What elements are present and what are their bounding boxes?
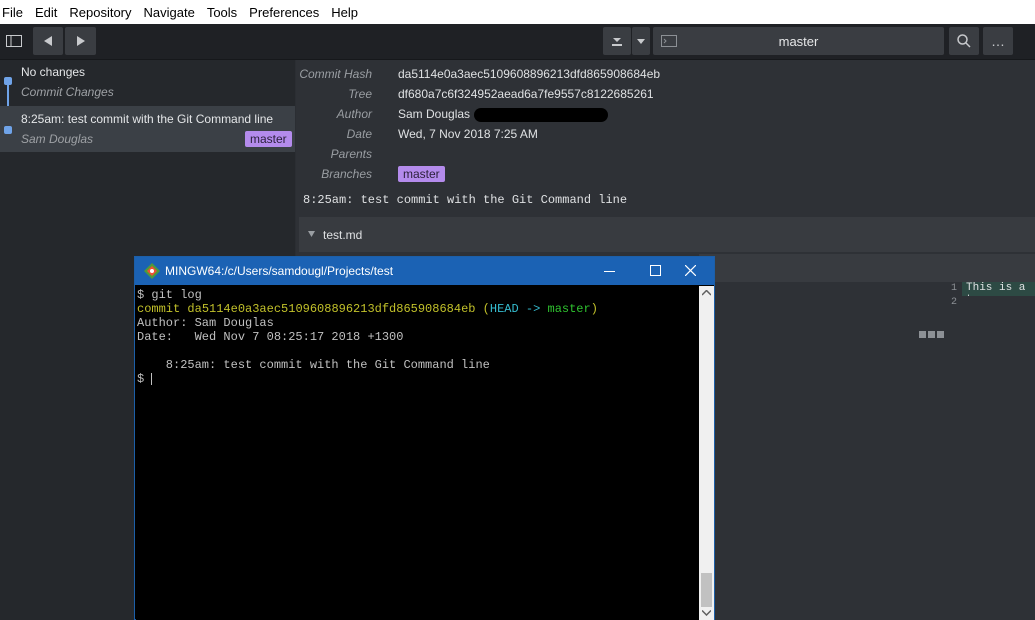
tree-label: Tree xyxy=(348,87,372,101)
menu-tools[interactable]: Tools xyxy=(201,5,243,20)
terminal-scrollbar[interactable] xyxy=(699,286,714,620)
commit-message: 8:25am: test commit with the Git Command… xyxy=(303,193,628,207)
minimize-icon xyxy=(604,271,615,272)
terminal-title: MINGW64:/c/Users/samdougl/Projects/test xyxy=(165,264,394,278)
fetch-button[interactable] xyxy=(603,27,631,55)
ref-close-paren: ) xyxy=(590,302,598,316)
terminal-message-line: 8:25am: test commit with the Git Command… xyxy=(137,358,490,372)
date-value: Wed, 7 Nov 2018 7:25 AM xyxy=(398,127,538,141)
prompt-symbol: $ xyxy=(137,372,145,386)
more-options-button[interactable]: … xyxy=(983,27,1013,55)
close-icon xyxy=(685,265,696,276)
terminal-commit-line: commit da5114e0a3aec5109608896213dfd8659… xyxy=(137,302,598,316)
hunk-options-icon[interactable] xyxy=(919,327,944,341)
chevron-down-icon xyxy=(637,38,645,44)
fetch-dropdown-button[interactable] xyxy=(632,27,650,55)
minimize-button[interactable] xyxy=(587,257,632,285)
menu-file[interactable]: File xyxy=(0,5,29,20)
parents-label: Parents xyxy=(330,147,372,161)
terminal-command: $ git log xyxy=(137,288,202,302)
back-button[interactable] xyxy=(33,27,63,55)
git-logo-icon xyxy=(144,263,160,279)
download-icon xyxy=(612,38,622,46)
ellipsis-icon: … xyxy=(991,33,1005,49)
toggle-sidebar-button[interactable] xyxy=(0,27,28,55)
collapse-triangle-icon xyxy=(308,231,315,237)
commit-word: commit xyxy=(137,302,181,316)
uncommitted-row[interactable]: No changes Commit Changes xyxy=(0,60,295,106)
sidebar-icon xyxy=(6,35,22,47)
graph-node xyxy=(4,77,12,85)
commit-changes-label: Commit Changes xyxy=(21,85,114,99)
terminal-output[interactable]: $ git log commit da5114e0a3aec5109608896… xyxy=(136,286,699,620)
commit-row[interactable]: 8:25am: test commit with the Git Command… xyxy=(0,106,295,152)
hunk-header xyxy=(699,254,1035,282)
line-number: 2 xyxy=(951,297,958,308)
commit-hash: da5114e0a3aec5109608896213dfd865908684eb xyxy=(187,302,476,316)
scrollbar-thumb[interactable] xyxy=(701,573,712,607)
branch-name: master xyxy=(778,34,819,49)
menu-preferences[interactable]: Preferences xyxy=(243,5,325,20)
back-arrow-icon xyxy=(44,36,52,46)
text-cursor xyxy=(151,372,153,385)
commit-author: Sam Douglas xyxy=(21,132,94,146)
graph-node xyxy=(4,126,12,134)
branch-tag[interactable]: master xyxy=(398,166,445,182)
close-button[interactable] xyxy=(669,257,714,285)
menu-help[interactable]: Help xyxy=(325,5,364,20)
menu-navigate[interactable]: Navigate xyxy=(138,5,201,20)
terminal-author-line: Author: Sam Douglas xyxy=(137,316,274,330)
line-number: 1 xyxy=(951,283,958,294)
file-header[interactable]: test.md xyxy=(299,217,1035,252)
date-label: Date xyxy=(346,127,372,141)
head-ref: HEAD -> xyxy=(489,302,541,316)
terminal-titlebar[interactable]: MINGW64:/c/Users/samdougl/Projects/test xyxy=(135,257,714,285)
branch-tag[interactable]: master xyxy=(245,131,292,147)
added-line: This is a te xyxy=(962,282,1035,296)
scroll-up-icon[interactable] xyxy=(702,290,711,296)
branch-ref: master xyxy=(547,302,591,316)
menu-edit[interactable]: Edit xyxy=(29,5,63,20)
tree-value: df680a7c6f324952aead6a7fe9557c8122685261 xyxy=(398,87,654,101)
scroll-down-icon[interactable] xyxy=(702,610,711,616)
menu-bar: File Edit Repository Navigate Tools Pref… xyxy=(0,0,1035,24)
commit-summary: 8:25am: test commit with the Git Command… xyxy=(21,112,274,126)
search-button[interactable] xyxy=(949,27,979,55)
menu-repository[interactable]: Repository xyxy=(63,5,137,20)
maximize-icon xyxy=(650,265,661,276)
terminal-prompt: $ xyxy=(137,372,153,386)
ref-open-paren: ( xyxy=(482,302,490,316)
no-changes-label: No changes xyxy=(21,65,86,79)
commit-hash-value: da5114e0a3aec5109608896213dfd865908684eb xyxy=(398,67,661,81)
forward-button[interactable] xyxy=(65,27,96,55)
branch-selector[interactable]: master xyxy=(653,27,944,55)
terminal-date-line: Date: Wed Nov 7 08:25:17 2018 +1300 xyxy=(137,330,404,344)
commit-hash-label: Commit Hash xyxy=(299,67,372,81)
file-name: test.md xyxy=(323,228,363,242)
toolbar: master … xyxy=(0,24,1035,60)
search-icon xyxy=(957,34,971,48)
forward-arrow-icon xyxy=(76,36,85,46)
author-label: Author xyxy=(336,107,372,121)
author-value: Sam Douglas xyxy=(398,107,471,121)
branches-label: Branches xyxy=(321,167,372,181)
redacted-email xyxy=(474,108,608,122)
terminal-window[interactable]: MINGW64:/c/Users/samdougl/Projects/test … xyxy=(134,256,715,620)
